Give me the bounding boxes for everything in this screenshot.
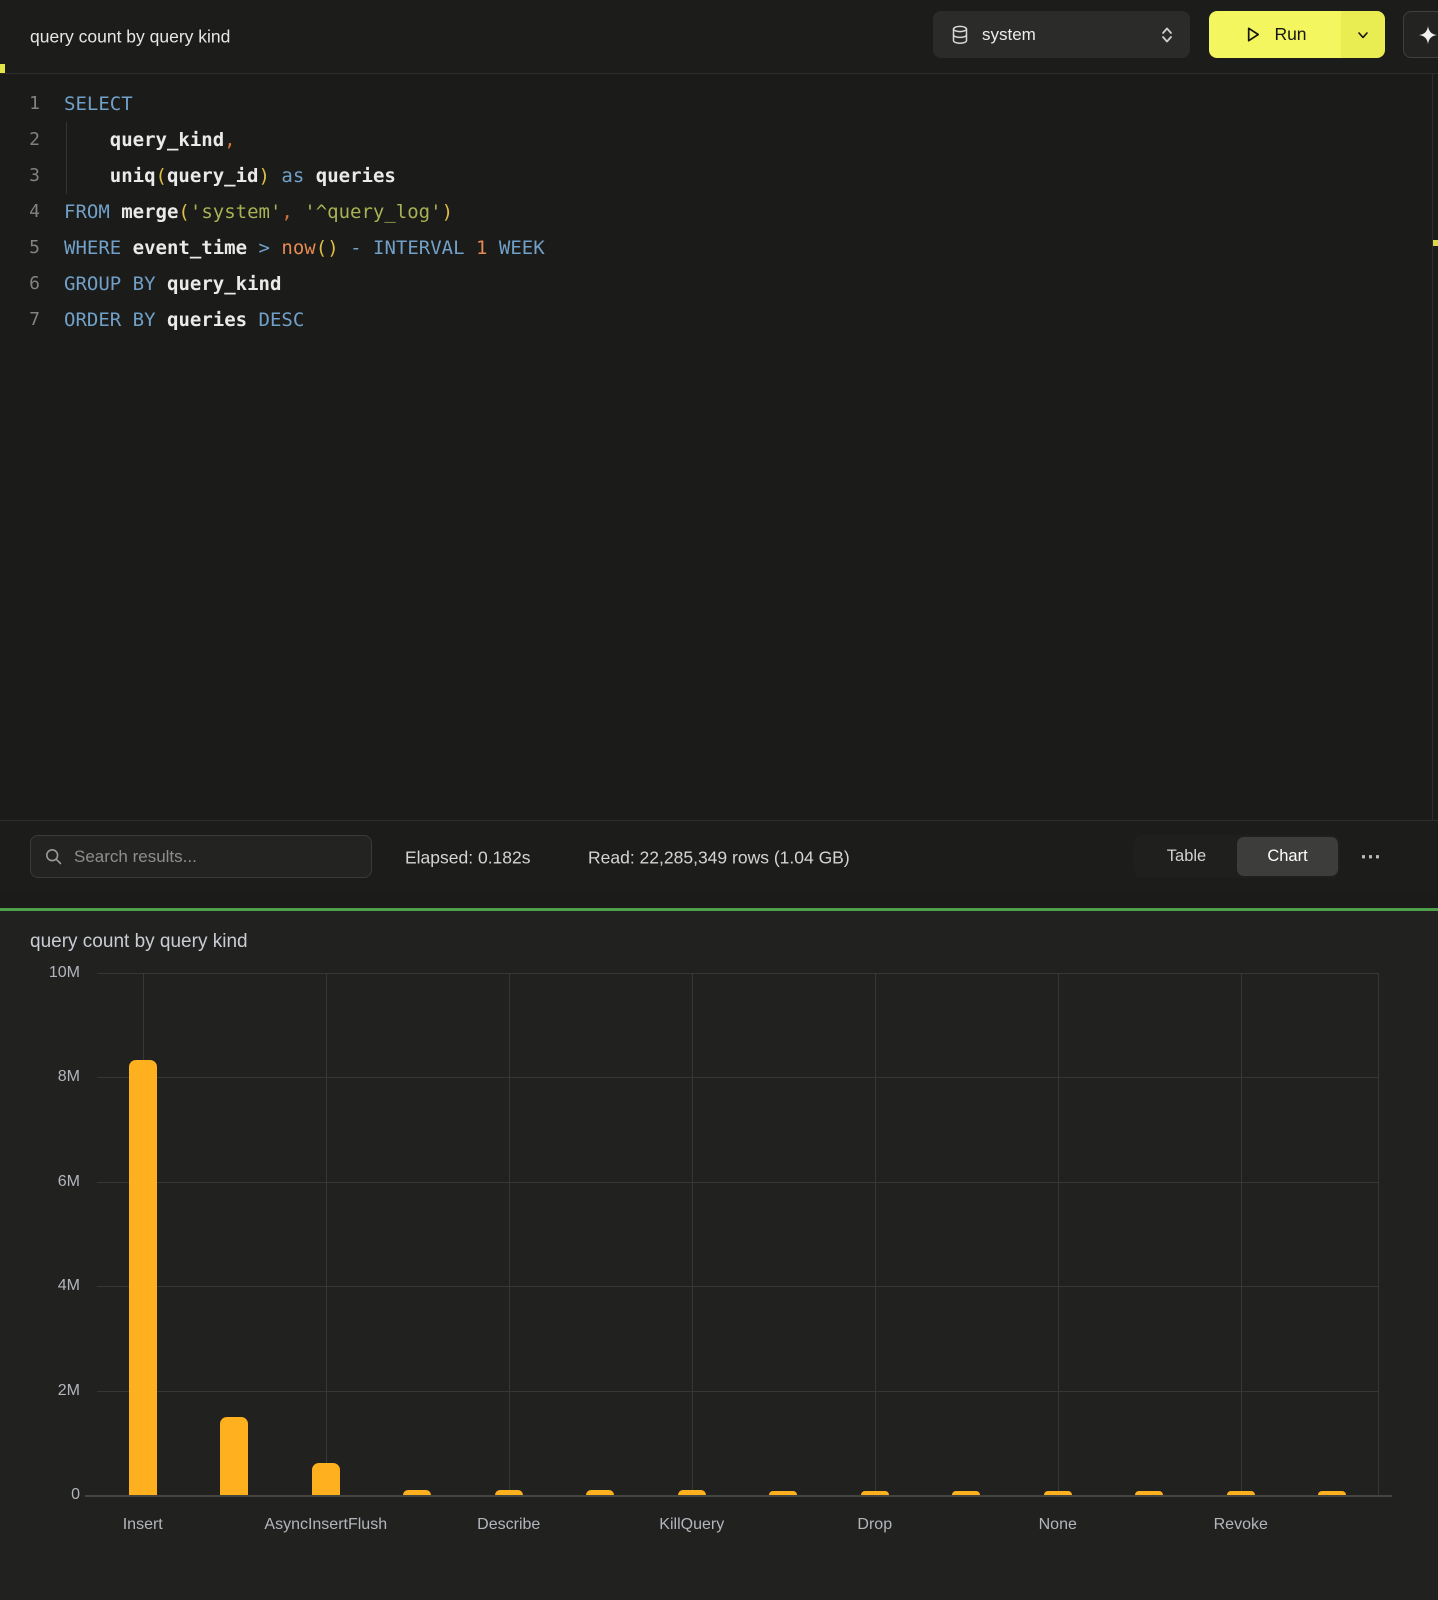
- run-options-button[interactable]: [1341, 11, 1385, 58]
- elapsed-stat: Elapsed: 0.182s: [405, 847, 531, 868]
- code-text: SELECT: [40, 86, 133, 122]
- code-text: GROUP BY query_kind: [40, 266, 281, 302]
- code-line[interactable]: 4FROM merge('system', '^query_log'): [0, 194, 1438, 230]
- gridline-horizontal: [97, 1286, 1378, 1287]
- gridline-horizontal: [97, 973, 1378, 974]
- run-button[interactable]: Run: [1209, 11, 1341, 58]
- results-toolbar: Search results... Elapsed: 0.182s Read: …: [0, 820, 1438, 894]
- code-text: FROM merge('system', '^query_log'): [40, 194, 453, 230]
- x-axis-label: KillQuery: [607, 1516, 777, 1534]
- gridline-horizontal: [97, 1182, 1378, 1183]
- tab-chart[interactable]: Chart: [1237, 837, 1338, 876]
- y-axis-label: 10M: [20, 964, 80, 982]
- topbar: query count by query kind system Run: [0, 0, 1438, 74]
- search-placeholder: Search results...: [74, 847, 197, 867]
- view-toggle: Table Chart: [1134, 835, 1340, 878]
- database-icon: [951, 25, 969, 45]
- gridline-vertical: [326, 973, 327, 1495]
- chart-bar-13[interactable]: [1318, 1491, 1346, 1495]
- sparkle-icon: [1417, 24, 1438, 46]
- gridline-vertical: [692, 973, 693, 1495]
- y-axis-label: 6M: [20, 1173, 80, 1191]
- line-number: 3: [0, 158, 40, 194]
- assistant-button[interactable]: [1403, 11, 1438, 58]
- play-icon: [1243, 25, 1262, 44]
- chart-bar-3[interactable]: [403, 1490, 431, 1495]
- chevron-updown-icon: [1158, 25, 1176, 45]
- chart-title: query count by query kind: [30, 931, 248, 953]
- editor-scrollbar[interactable]: [1432, 74, 1433, 820]
- x-axis-label: AsyncInsertFlush: [241, 1516, 411, 1534]
- chart-bar-9[interactable]: [952, 1491, 980, 1495]
- scrollbar-marker: [1433, 240, 1438, 246]
- chart-bar-Drop[interactable]: [861, 1491, 889, 1495]
- code-text: ORDER BY queries DESC: [40, 302, 304, 338]
- chart-bar-None[interactable]: [1044, 1491, 1072, 1495]
- y-axis-label: 2M: [20, 1382, 80, 1400]
- line-number: 1: [0, 86, 40, 122]
- run-button-label: Run: [1274, 24, 1306, 45]
- line-number: 2: [0, 122, 40, 158]
- chart-bar-7[interactable]: [769, 1491, 797, 1495]
- chart-bar-Insert[interactable]: [129, 1060, 157, 1495]
- tab-table[interactable]: Table: [1136, 837, 1237, 876]
- code-line[interactable]: 1SELECT: [0, 86, 1438, 122]
- code-line[interactable]: 2 query_kind,: [0, 122, 1438, 158]
- chart-bar-Describe[interactable]: [495, 1490, 523, 1495]
- gridline-vertical: [1378, 973, 1379, 1495]
- code-line[interactable]: 7ORDER BY queries DESC: [0, 302, 1438, 338]
- line-number: 4: [0, 194, 40, 230]
- code-text: query_kind,: [40, 122, 236, 158]
- chart-bar-11[interactable]: [1135, 1491, 1163, 1495]
- line-number: 7: [0, 302, 40, 338]
- more-options-button[interactable]: ⋯: [1350, 835, 1392, 878]
- gridline-vertical: [1058, 973, 1059, 1495]
- chart-bar-Revoke[interactable]: [1227, 1491, 1255, 1495]
- x-axis-line: [85, 1495, 1392, 1497]
- x-axis-label: Describe: [424, 1516, 594, 1534]
- chart-bar-AsyncInsertFlush[interactable]: [312, 1463, 340, 1495]
- read-stat: Read: 22,285,349 rows (1.04 GB): [588, 847, 850, 868]
- code-lines: 1SELECT2 query_kind,3 uniq(query_id) as …: [0, 86, 1438, 338]
- chart-bar-5[interactable]: [586, 1490, 614, 1495]
- code-line[interactable]: 3 uniq(query_id) as queries: [0, 158, 1438, 194]
- x-axis-label: Revoke: [1156, 1516, 1326, 1534]
- line-number: 5: [0, 230, 40, 266]
- chart-bar-1[interactable]: [220, 1417, 248, 1495]
- gridline-horizontal: [97, 1077, 1378, 1078]
- y-axis-label: 8M: [20, 1068, 80, 1086]
- code-text: uniq(query_id) as queries: [40, 158, 396, 194]
- y-axis-label: 0: [20, 1486, 80, 1504]
- database-selector[interactable]: system: [933, 11, 1190, 58]
- search-results-input[interactable]: Search results...: [30, 835, 372, 878]
- x-axis-label: Drop: [790, 1516, 960, 1534]
- database-selector-value: system: [982, 25, 1158, 45]
- search-icon: [45, 848, 62, 865]
- code-text: WHERE event_time > now() - INTERVAL 1 WE…: [40, 230, 545, 266]
- code-line[interactable]: 5WHERE event_time > now() - INTERVAL 1 W…: [0, 230, 1438, 266]
- active-tab-indicator: [0, 64, 5, 73]
- chart-bar-KillQuery[interactable]: [678, 1490, 706, 1495]
- query-title: query count by query kind: [30, 26, 230, 47]
- gridline-vertical: [1241, 973, 1242, 1495]
- indent-guide: [66, 122, 67, 194]
- sql-editor[interactable]: 1SELECT2 query_kind,3 uniq(query_id) as …: [0, 74, 1438, 820]
- gridline-vertical: [875, 973, 876, 1495]
- gridline-horizontal: [97, 1391, 1378, 1392]
- x-axis-label: Insert: [58, 1516, 228, 1534]
- chevron-down-icon: [1355, 27, 1371, 43]
- gridline-vertical: [509, 973, 510, 1495]
- chart-panel: query count by query kind 0 2M 4M 6M 8M 10M In…: [0, 911, 1438, 1600]
- y-axis-label: 4M: [20, 1277, 80, 1295]
- code-line[interactable]: 6GROUP BY query_kind: [0, 266, 1438, 302]
- x-axis-label: None: [973, 1516, 1143, 1534]
- line-number: 6: [0, 266, 40, 302]
